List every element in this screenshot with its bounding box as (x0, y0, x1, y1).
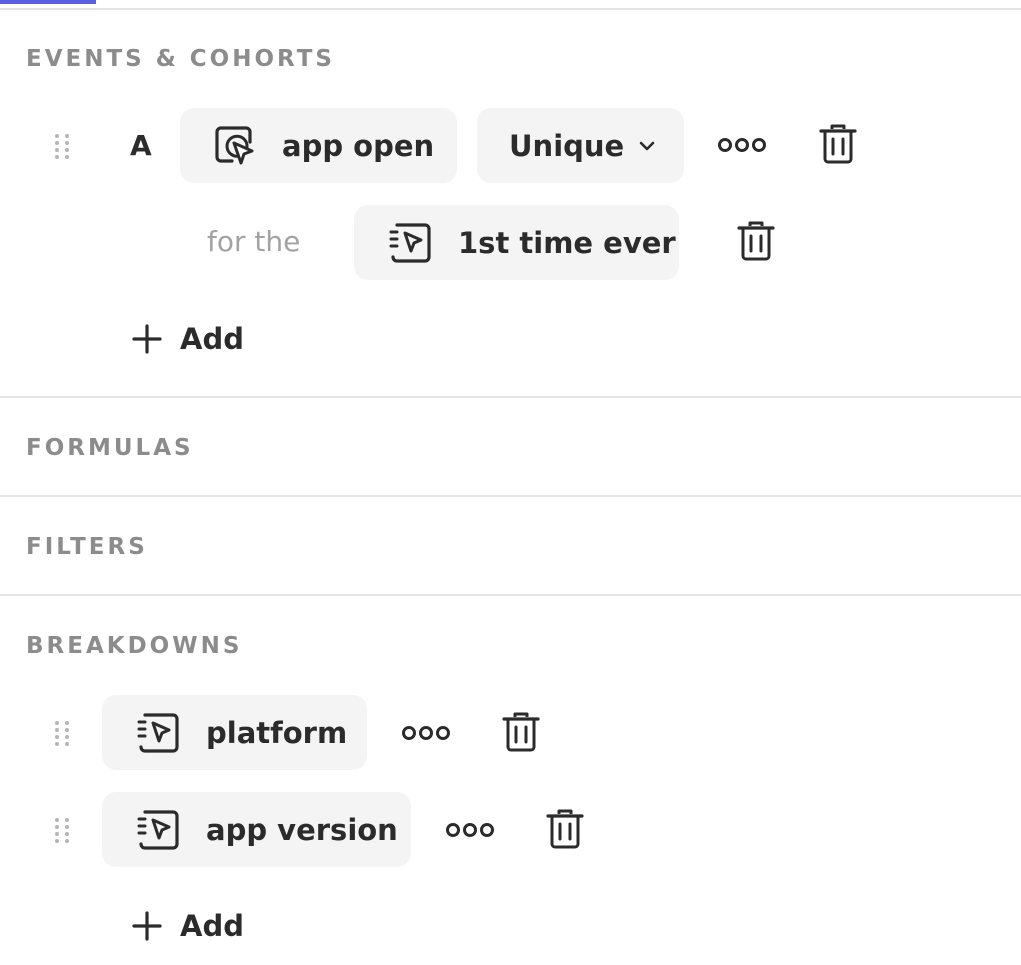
breakdown-platform-button[interactable]: platform (102, 695, 367, 770)
aggregation-dropdown-label: Unique (509, 128, 625, 163)
add-event-label: Add (180, 322, 244, 356)
breakdown-platform-label: platform (206, 715, 348, 750)
breakdowns-section-title: BREAKDOWNS (26, 633, 243, 659)
plus-icon (132, 324, 162, 354)
add-event-button[interactable]: Add (132, 319, 244, 359)
formulas-section-title[interactable]: FORMULAS (26, 433, 194, 463)
add-breakdown-label: Add (180, 909, 244, 943)
property-cursor-icon (136, 710, 182, 756)
active-tab-indicator (0, 0, 96, 4)
property-cursor-icon (136, 807, 182, 853)
more-options-icon[interactable] (716, 130, 768, 160)
first-time-selector-label: 1st time ever (458, 225, 676, 260)
trash-icon[interactable] (816, 122, 860, 166)
drag-handle-icon[interactable] (52, 815, 72, 845)
drag-handle-icon[interactable] (52, 718, 72, 748)
breakdown-app-version-button[interactable]: app version (102, 792, 411, 867)
events-cohorts-section-title: EVENTS & COHORTS (26, 46, 335, 72)
first-time-selector-button[interactable]: 1st time ever (354, 205, 679, 280)
chevron-down-icon (638, 140, 656, 152)
property-cursor-icon (388, 220, 434, 266)
event-selector-button[interactable]: app open (180, 108, 457, 183)
breakdown-app-version-label: app version (206, 812, 398, 847)
more-options-icon[interactable] (400, 718, 452, 748)
aggregation-dropdown[interactable]: Unique (477, 108, 684, 183)
trash-icon[interactable] (543, 807, 587, 851)
section-divider (0, 594, 1021, 596)
filters-section-title[interactable]: FILTERS (26, 532, 148, 562)
top-divider (0, 8, 1021, 10)
event-selector-label: app open (282, 128, 435, 163)
drag-handle-icon[interactable] (52, 131, 72, 161)
section-divider (0, 495, 1021, 497)
cursor-select-icon (212, 123, 258, 169)
trash-icon[interactable] (499, 710, 543, 754)
section-divider (0, 396, 1021, 398)
more-options-icon[interactable] (444, 815, 496, 845)
event-row-letter: A (130, 129, 152, 162)
trash-icon[interactable] (734, 219, 778, 263)
plus-icon (132, 911, 162, 941)
add-breakdown-button[interactable]: Add (132, 906, 244, 946)
modifier-prefix-text: for the (207, 225, 301, 258)
